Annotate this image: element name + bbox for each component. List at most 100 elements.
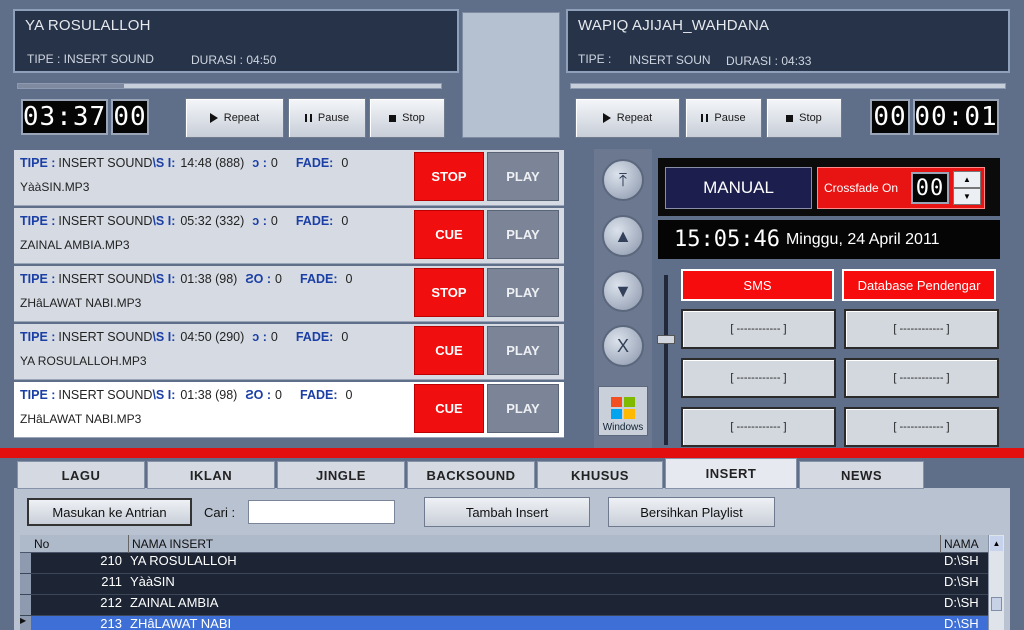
- volume-slider-thumb[interactable]: [657, 335, 675, 344]
- cue-button[interactable]: CUE: [414, 384, 484, 433]
- windows-button[interactable]: Windows: [598, 386, 648, 436]
- slot-button-4[interactable]: [ ------------ ]: [844, 358, 999, 398]
- deck-b-stop-button[interactable]: Stop: [766, 98, 842, 138]
- add-insert-button[interactable]: Tambah Insert: [424, 497, 590, 527]
- move-down-button[interactable]: ▼: [602, 270, 644, 312]
- playlist-row-info: TIPE : INSERT SOUND\S I: 01:38 (98) ƧO :0 FA…: [20, 272, 352, 286]
- playlist-row[interactable]: TIPE : INSERT SOUND\S I: 01:38 (98) ƧO :0 FA…: [14, 266, 564, 322]
- play-button[interactable]: PLAY: [487, 268, 559, 317]
- playlist-row[interactable]: TIPE : INSERT SOUND\S I: 04:50 (290) ɔ :0 FA…: [14, 324, 564, 380]
- grid-header-no[interactable]: No: [34, 537, 49, 551]
- deck-b-title: WAPIQ AJIJAH_WAHDANA: [578, 17, 770, 34]
- playlist-tipe: INSERT SOUND: [58, 388, 153, 402]
- deck-a-pause-button[interactable]: Pause: [288, 98, 366, 138]
- crossfade-down-button[interactable]: ▼: [953, 188, 981, 205]
- tab-backsound[interactable]: BACKSOUND: [407, 461, 535, 489]
- row-name: YààSIN: [130, 574, 175, 589]
- remove-button[interactable]: X: [602, 325, 644, 367]
- playlist-file-name: YààSIN.MP3: [20, 180, 90, 194]
- playlist-fade: 0: [341, 214, 349, 228]
- tab-insert[interactable]: INSERT: [665, 458, 797, 489]
- deck-a-time-main: 03:37: [21, 99, 108, 135]
- grid-header-path[interactable]: NAMA: [944, 537, 979, 551]
- search-input[interactable]: [248, 500, 395, 524]
- table-row[interactable]: 211 YààSIN D:\SH: [20, 574, 988, 595]
- slot-button-2[interactable]: [ ------------ ]: [844, 309, 999, 349]
- slot-button-1[interactable]: [ ------------ ]: [681, 309, 836, 349]
- table-row[interactable]: 212 ZAINAL AMBIA D:\SH: [20, 595, 988, 616]
- move-up-button[interactable]: ▲: [602, 215, 644, 257]
- playlist-row[interactable]: TIPE : INSERT SOUND\S I: 01:38 (98) ƧO :0 FA…: [14, 382, 564, 438]
- windows-logo-icon: [611, 397, 635, 419]
- slot-button-5[interactable]: [ ------------ ]: [681, 407, 836, 447]
- slot-button-6[interactable]: [ ------------ ]: [844, 407, 999, 447]
- deck-a-progress-fill: [18, 84, 124, 88]
- row-name: ZAINAL AMBIA: [130, 595, 219, 610]
- grid-header: No NAMA INSERT NAMA: [20, 535, 988, 553]
- deck-b-progress[interactable]: [570, 83, 1006, 89]
- deck-a-progress[interactable]: [17, 83, 442, 89]
- clear-playlist-button[interactable]: Bersihkan Playlist: [608, 497, 775, 527]
- scroll-thumb[interactable]: [991, 597, 1002, 611]
- play-button[interactable]: PLAY: [487, 384, 559, 433]
- queue-button[interactable]: Masukan ke Antrian: [27, 498, 192, 526]
- grid-header-name[interactable]: NAMA INSERT: [132, 537, 213, 551]
- row-selector[interactable]: [20, 574, 31, 594]
- playlist-tipe-label: TIPE :: [20, 214, 56, 228]
- tab-jingle[interactable]: JINGLE: [277, 461, 405, 489]
- play-button[interactable]: PLAY: [487, 210, 559, 259]
- stop-icon: [786, 114, 794, 122]
- playlist-fade-label: FADE:: [295, 156, 334, 170]
- play-button[interactable]: PLAY: [487, 326, 559, 375]
- playlist-file-name: ZHâLAWAT NABI.MP3: [20, 296, 142, 310]
- tab-iklan[interactable]: IKLAN: [147, 461, 275, 489]
- mode-manual-button[interactable]: MANUAL: [665, 167, 812, 209]
- database-pendengar-button[interactable]: Database Pendengar: [842, 269, 996, 301]
- deck-b-pause-button[interactable]: Pause: [685, 98, 762, 138]
- playlist-row[interactable]: TIPE : INSERT SOUND\S I: 05:32 (332) ɔ :0 FA…: [14, 208, 564, 264]
- tab-lagu[interactable]: LAGU: [17, 461, 145, 489]
- playlist-durasi: 01:38 (98): [180, 388, 238, 402]
- play-button[interactable]: PLAY: [487, 152, 559, 201]
- playlist-row-info: TIPE : INSERT SOUND\S I: 05:32 (332) ɔ :0 FA…: [20, 214, 348, 228]
- playlist-durasi: 01:38 (98): [180, 272, 238, 286]
- playlist-tipe-label: TIPE :: [20, 272, 56, 286]
- grid-header-divider: [940, 535, 941, 553]
- search-label: Cari :: [204, 505, 236, 520]
- move-top-button[interactable]: ⤒: [602, 159, 644, 201]
- row-path: D:\SH: [944, 574, 979, 589]
- deck-b-repeat-label: Repeat: [616, 112, 653, 124]
- cue-button[interactable]: CUE: [414, 210, 484, 259]
- row-selector[interactable]: ▶: [20, 616, 31, 630]
- sms-button[interactable]: SMS: [681, 269, 834, 301]
- playlist-fade-label: FADE:: [300, 272, 338, 286]
- playlist-row[interactable]: TIPE : INSERT SOUND\S I: 14:48 (888) ɔ :0 FA…: [14, 150, 564, 206]
- crossfade-up-button[interactable]: ▲: [953, 171, 981, 188]
- tab-news[interactable]: NEWS: [799, 461, 924, 489]
- table-row[interactable]: 210 YA ROSULALLOH D:\SH: [20, 553, 988, 574]
- deck-b-repeat-button[interactable]: Repeat: [575, 98, 680, 138]
- scroll-up-button[interactable]: ▲: [990, 536, 1003, 551]
- crossfade-panel: Crossfade On 00 ▲ ▼: [817, 167, 985, 209]
- grid-scrollbar[interactable]: ▲: [988, 535, 1004, 630]
- deck-b-stop-label: Stop: [799, 112, 822, 124]
- stop-button[interactable]: STOP: [414, 152, 484, 201]
- playlist-fade: 0: [345, 388, 353, 402]
- deck-a-repeat-button[interactable]: Repeat: [185, 98, 284, 138]
- pause-icon: [701, 114, 709, 122]
- playlist-durasi-label: \S I:: [152, 330, 176, 344]
- row-selector[interactable]: [20, 595, 31, 615]
- slot-button-3[interactable]: [ ------------ ]: [681, 358, 836, 398]
- table-row[interactable]: 213 ZHâLAWAT NABI D:\SH ▶: [20, 616, 988, 630]
- playlist-o: 0: [270, 214, 278, 228]
- playlist-tipe-label: TIPE :: [20, 388, 56, 402]
- tab-khusus[interactable]: KHUSUS: [537, 461, 663, 489]
- deck-a-stop-button[interactable]: Stop: [369, 98, 445, 138]
- playlist-o-label: ɔ :: [252, 214, 267, 228]
- playlist-o-label: ƧO :: [245, 272, 272, 286]
- row-selector[interactable]: [20, 553, 31, 573]
- volume-slider[interactable]: [657, 275, 675, 445]
- stop-button[interactable]: STOP: [414, 268, 484, 317]
- row-path: D:\SH: [944, 553, 979, 568]
- cue-button[interactable]: CUE: [414, 326, 484, 375]
